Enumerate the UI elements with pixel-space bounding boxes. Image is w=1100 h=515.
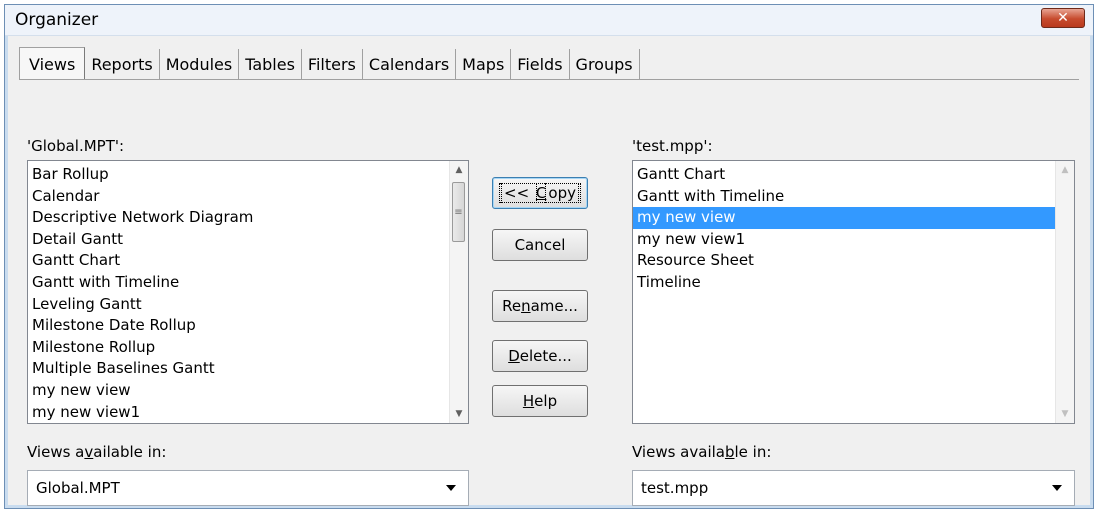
list-item[interactable]: Calendar bbox=[28, 186, 468, 208]
scroll-up-arrow-icon[interactable]: ▲ bbox=[450, 161, 468, 179]
dropdown-arrow-icon[interactable] bbox=[446, 485, 456, 491]
tab-calendars[interactable]: Calendars bbox=[362, 49, 457, 79]
title-bar: Organizer ✕ bbox=[5, 5, 1093, 36]
list-item[interactable]: my new view1 bbox=[28, 402, 468, 423]
list-item[interactable]: Resource Sheet bbox=[633, 250, 1074, 272]
tab-fields[interactable]: Fields bbox=[511, 49, 570, 79]
scroll-thumb[interactable]: ≡ bbox=[452, 182, 465, 242]
left-list-scrollbar[interactable]: ▲ ≡ ▼ bbox=[449, 161, 468, 423]
right-list-label: 'test.mpp': bbox=[632, 137, 713, 155]
list-item[interactable]: Timeline bbox=[633, 272, 1074, 294]
scroll-down-arrow-icon: ▼ bbox=[1061, 409, 1069, 419]
delete-button[interactable]: Delete... bbox=[492, 340, 588, 372]
tab-groups[interactable]: Groups bbox=[569, 49, 640, 79]
list-item[interactable]: Gantt with Timeline bbox=[633, 186, 1074, 208]
list-item[interactable]: my new view1 bbox=[633, 229, 1074, 251]
list-item[interactable]: my new view bbox=[633, 207, 1074, 229]
tab-reports[interactable]: Reports bbox=[85, 49, 160, 79]
test-views-list[interactable]: Gantt Chart Gantt with Timeline my new vie… bbox=[632, 160, 1075, 424]
rename-button[interactable]: Re n ame... bbox=[492, 290, 588, 322]
list-item[interactable]: my new view bbox=[28, 380, 468, 402]
list-item[interactable]: Bar Rollup bbox=[28, 164, 468, 186]
right-views-available-select[interactable]: test.mpp bbox=[632, 470, 1075, 506]
tab-maps[interactable]: Maps bbox=[456, 49, 512, 79]
list-item[interactable]: Detail Gantt bbox=[28, 229, 468, 251]
left-select-value: Global.MPT bbox=[36, 479, 120, 497]
list-item[interactable]: Multiple Baselines Gantt bbox=[28, 358, 468, 380]
tab-strip: Views Reports Modules Tables Filters Cal… bbox=[19, 47, 640, 80]
tab-tables[interactable]: Tables bbox=[239, 49, 302, 79]
list-item[interactable]: Gantt Chart bbox=[28, 250, 468, 272]
dropdown-arrow-icon[interactable] bbox=[1052, 485, 1062, 491]
organizer-dialog: Organizer ✕ Views Reports Modules Tables… bbox=[4, 4, 1094, 509]
list-item[interactable]: Leveling Gantt bbox=[28, 294, 468, 316]
copy-button[interactable]: << Copy bbox=[492, 177, 588, 209]
left-available-label: Views available in: bbox=[27, 443, 167, 461]
cancel-button[interactable]: Cancel bbox=[492, 229, 588, 261]
left-views-available-select[interactable]: Global.MPT bbox=[27, 470, 469, 506]
tab-filters[interactable]: Filters bbox=[301, 49, 363, 79]
close-icon: ✕ bbox=[1057, 10, 1069, 26]
dialog-title: Organizer bbox=[15, 10, 99, 30]
tab-divider bbox=[19, 79, 1079, 80]
help-button[interactable]: Help bbox=[492, 385, 588, 417]
list-item[interactable]: Descriptive Network Diagram bbox=[28, 207, 468, 229]
right-list-scrollbar[interactable]: ▲ ▼ bbox=[1055, 161, 1074, 423]
tab-views[interactable]: Views bbox=[19, 47, 86, 80]
scroll-down-arrow-icon[interactable]: ▼ bbox=[450, 405, 468, 423]
right-available-label: Views available in: bbox=[632, 443, 772, 461]
list-item[interactable]: Milestone Rollup bbox=[28, 337, 468, 359]
close-button[interactable]: ✕ bbox=[1041, 8, 1085, 28]
list-item[interactable]: Gantt Chart bbox=[633, 164, 1074, 186]
list-item[interactable]: Milestone Date Rollup bbox=[28, 315, 468, 337]
right-select-value: test.mpp bbox=[641, 479, 709, 497]
list-item[interactable]: Gantt with Timeline bbox=[28, 272, 468, 294]
global-views-list[interactable]: Bar Rollup Calendar Descriptive Network Di… bbox=[27, 160, 469, 424]
tab-modules[interactable]: Modules bbox=[159, 49, 240, 79]
scroll-up-arrow-icon: ▲ bbox=[1061, 165, 1069, 175]
left-list-label: 'Global.MPT': bbox=[27, 137, 125, 155]
